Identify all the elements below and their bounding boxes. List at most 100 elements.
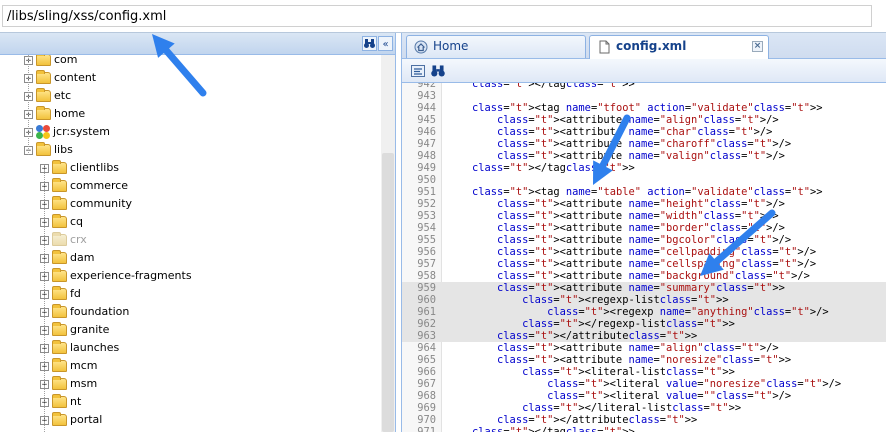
code-text: class="t"><attribute name="align"class="…	[497, 114, 779, 126]
tree-node-clientlibs[interactable]: + clientlibs	[40, 159, 119, 177]
code-line: 947 class="t"><attribute name="charoff"c…	[402, 138, 886, 150]
line-number: 949	[417, 162, 436, 174]
code-text: class="t"></tagclass="t">>	[472, 162, 635, 174]
code-line: 944 class="t"><tag name="tfoot" action="…	[402, 102, 886, 114]
code-text: class="t"><tag name="table" action="vali…	[472, 186, 823, 198]
tree-node-experience-fragments[interactable]: + experience-fragments	[40, 267, 192, 285]
tree-node-label: experience-fragments	[70, 269, 192, 282]
code-text: class="t"><regexp-listclass="t">>	[522, 294, 729, 306]
double-chevron-left-icon[interactable]: «	[378, 36, 393, 51]
tab-config-xml[interactable]: config.xml ×	[589, 35, 769, 59]
line-number: 957	[417, 258, 436, 270]
tree-node-label: portal	[70, 413, 103, 426]
tree-node-label: cq	[70, 215, 84, 228]
tree-node-libs[interactable]: − libs	[24, 141, 73, 159]
line-number: 952	[417, 198, 436, 210]
line-number: 967	[417, 378, 436, 390]
line-number: 964	[417, 342, 436, 354]
tree-node-commerce[interactable]: + commerce	[40, 177, 128, 195]
code-line: 950	[402, 174, 886, 186]
line-number: 965	[417, 354, 436, 366]
tree-node-fd[interactable]: + fd	[40, 285, 81, 303]
code-line: 970 class="t"></attributeclass="t">>	[402, 414, 886, 426]
tree-scrollbar[interactable]	[381, 55, 395, 432]
code-line: 963 class="t"></attributeclass="t">>	[402, 330, 886, 342]
tree-node-home[interactable]: + home	[24, 105, 85, 123]
line-number: 944	[417, 102, 436, 114]
tree-node-label: mcm	[70, 359, 98, 372]
code-line: 966 class="t"><literal-listclass="t">>	[402, 366, 886, 378]
code-line: 958 class="t"><attribute name="backgroun…	[402, 270, 886, 282]
line-number: 946	[417, 126, 436, 138]
code-text: class="t"><attribute name="cellspacing"c…	[497, 258, 817, 270]
tree-node-label: community	[70, 197, 133, 210]
code-line: 964 class="t"><attribute name="align"cla…	[402, 342, 886, 354]
code-text: class="t"><attribute name="background"cl…	[497, 270, 810, 282]
folder-icon	[52, 196, 67, 210]
tree-node-cq[interactable]: + cq	[40, 213, 83, 231]
code-text: class="t"><attribute name="summary"class…	[497, 282, 785, 294]
code-text: class="t"><regexp name="anything"class="…	[547, 306, 829, 318]
code-line: 951 class="t"><tag name="table" action="…	[402, 186, 886, 198]
path-input[interactable]	[2, 5, 872, 27]
folder-icon	[36, 106, 51, 120]
tree-node-foundation[interactable]: + foundation	[40, 303, 129, 321]
editor-toolbar	[402, 59, 886, 83]
line-number: 948	[417, 150, 436, 162]
tree-node-msm[interactable]: + msm	[40, 375, 97, 393]
tree-node-nt[interactable]: + nt	[40, 393, 81, 411]
code-text: class="t"><literal value="noresize"class…	[547, 378, 842, 390]
tree-node-granite[interactable]: + granite	[40, 321, 109, 339]
jcr-system-icon	[36, 125, 50, 139]
line-number: 942	[417, 83, 436, 90]
code-text: class="t"><attribute name="valign"class=…	[497, 150, 785, 162]
code-line: 956 class="t"><attribute name="cellpaddi…	[402, 246, 886, 258]
code-text: class="t"><literal-listclass="t">>	[522, 366, 735, 378]
folder-icon	[52, 250, 67, 264]
format-icon[interactable]	[410, 63, 426, 79]
code-line: 945 class="t"><attribute name="align"cla…	[402, 114, 886, 126]
folder-icon	[52, 304, 67, 318]
tree-node-etc[interactable]: + etc	[24, 87, 71, 105]
tree-node-crx[interactable]: + crx	[40, 231, 87, 249]
folder-icon	[52, 286, 67, 300]
line-number: 947	[417, 138, 436, 150]
code-text: class="t"><attribute name="char"class="t…	[497, 126, 773, 138]
tree-node-mcm[interactable]: + mcm	[40, 357, 97, 375]
tree-node-label: libs	[54, 143, 73, 156]
code-text: class="t"><tag name="tfoot" action="vali…	[472, 102, 823, 114]
code-text: class="t"><attribute name="cellpadding"c…	[497, 246, 817, 258]
code-text: class="t"><attribute name="align"class="…	[497, 342, 779, 354]
line-number: 958	[417, 270, 436, 282]
folder-icon	[52, 376, 67, 390]
line-number: 945	[417, 114, 436, 126]
tab-home[interactable]: Home	[406, 35, 586, 58]
tab-config-xml-label: config.xml	[616, 39, 687, 53]
folder-icon	[52, 268, 67, 282]
line-number: 968	[417, 390, 436, 402]
tree-node-launches[interactable]: + launches	[40, 339, 119, 357]
code-text: class="t"><attribute name="border"class=…	[497, 222, 785, 234]
tree-node-com[interactable]: + com	[24, 55, 78, 69]
binoculars-icon[interactable]	[430, 63, 446, 79]
tree-node-jcr-system[interactable]: + jcr:system	[24, 123, 110, 141]
tree-node-community[interactable]: + community	[40, 195, 132, 213]
code-line: 943	[402, 90, 886, 102]
folder-icon	[36, 55, 51, 66]
line-number: 962	[417, 318, 436, 330]
code-line: 942 class="t"></tagclass="t">>	[402, 83, 886, 90]
tree-node-content[interactable]: + content	[24, 69, 96, 87]
folder-icon	[52, 178, 67, 192]
tree-node-dam[interactable]: + dam	[40, 249, 94, 267]
close-icon[interactable]: ×	[752, 41, 763, 52]
line-number: 953	[417, 210, 436, 222]
folder-icon	[36, 70, 51, 84]
tree-node-label: jcr:system	[53, 125, 110, 138]
code-editor[interactable]: 942 class="t"></tagclass="t">> 943 944 cla…	[402, 83, 886, 432]
code-text: class="t"><literal value=""class="t">/>	[547, 390, 792, 402]
folder-icon	[52, 322, 67, 336]
binoculars-icon[interactable]	[362, 36, 377, 51]
tree-node-portal[interactable]: + portal	[40, 411, 102, 429]
folder-icon	[52, 160, 67, 174]
scrollbar-thumb[interactable]	[382, 153, 394, 432]
